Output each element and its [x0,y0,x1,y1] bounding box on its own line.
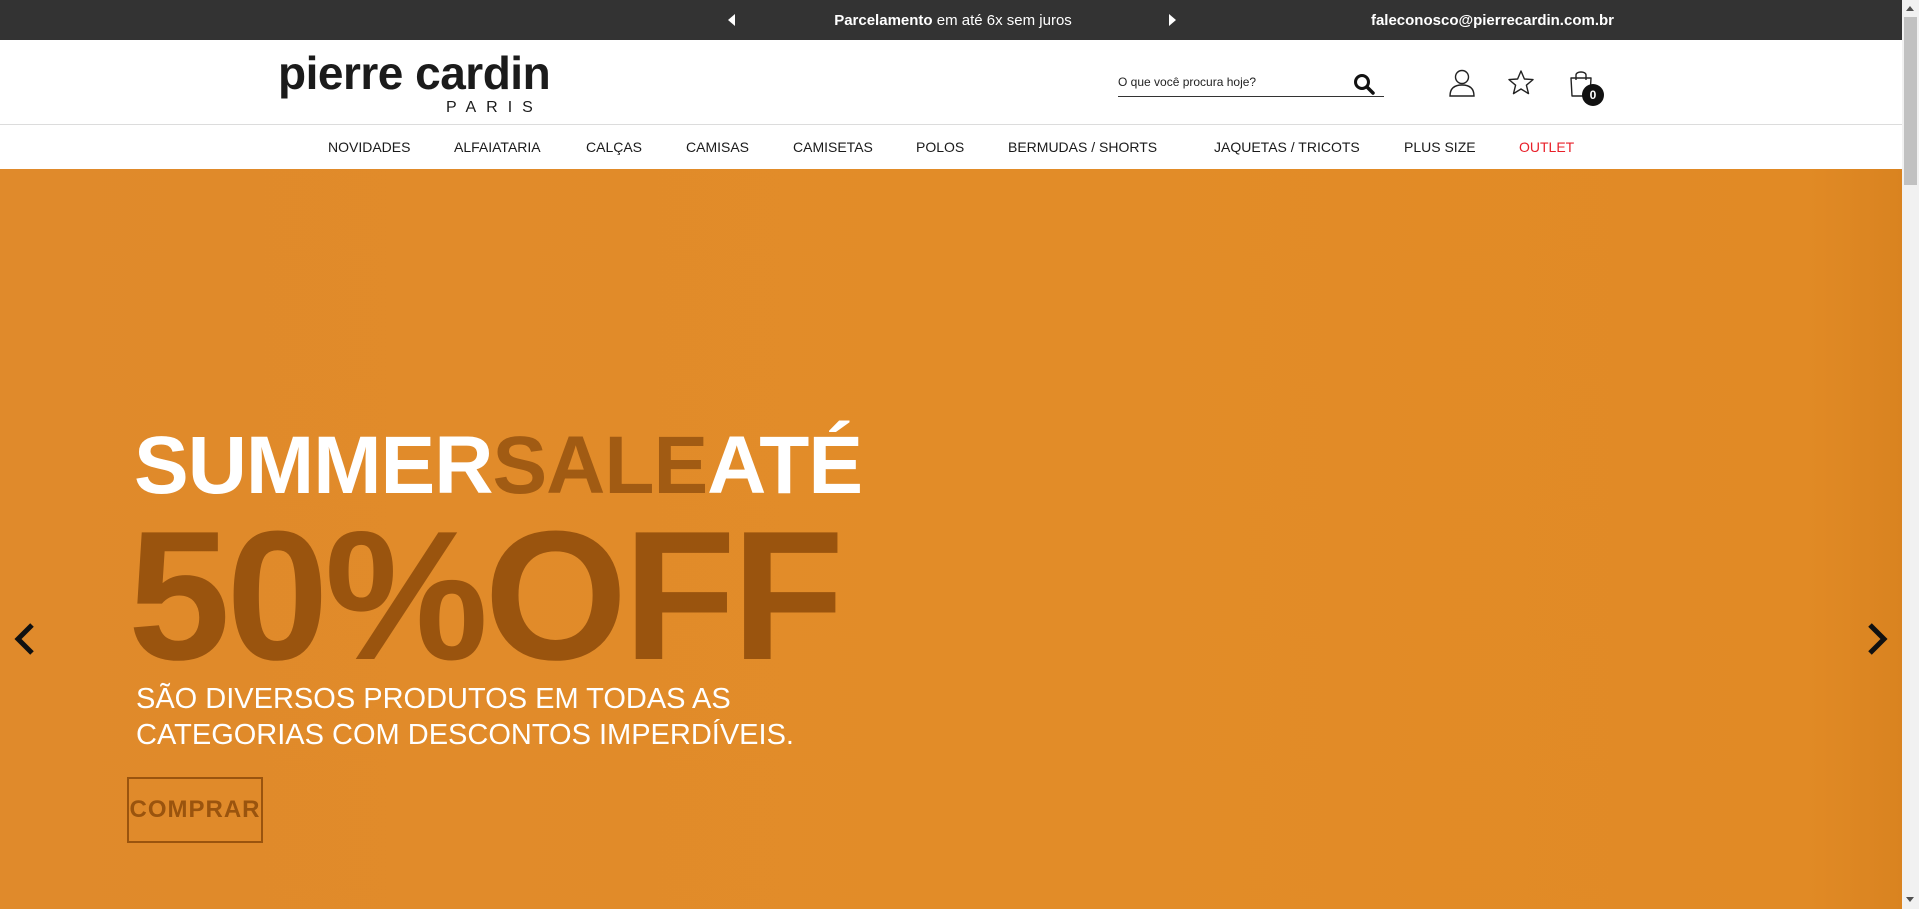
logo-brand-text: pierre cardin [278,47,551,99]
nav-item-plus-size[interactable]: PLUS SIZE [1404,139,1476,155]
main-nav: NOVIDADES ALFAIATARIA CALÇAS CAMISAS CAM… [0,125,1902,169]
scroll-down-icon[interactable] [1906,897,1914,902]
carousel-prev-icon[interactable] [10,619,40,659]
nav-item-novidades[interactable]: NOVIDADES [328,139,410,155]
nav-item-jaquetas-tricots[interactable]: JAQUETAS / TRICOTS [1214,139,1360,155]
site-header: pierre cardin PARIS [0,40,1902,125]
announcement-rest: em até 6x sem juros [932,12,1072,29]
comprar-button[interactable]: COMPRAR [127,777,263,843]
announcement-bold: Parcelamento [834,12,933,29]
search-icon[interactable] [1352,72,1376,96]
announcement-prev-icon[interactable] [728,14,735,26]
star-icon[interactable] [1506,68,1536,98]
nav-item-outlet[interactable]: OUTLET [1519,139,1574,155]
page-scrollbar[interactable] [1902,0,1919,909]
announcement-next-icon[interactable] [1169,14,1176,26]
announcement-text: Parcelamento em até 6x sem juros [760,12,1146,29]
hero-banner[interactable]: SUMMERSALEATÉ 50%OFF SÃO DIVERSOS PRODUT… [0,169,1902,909]
search-box [1118,70,1384,97]
logo-sub-text: PARIS [446,99,543,116]
contact-email-link[interactable]: faleconosco@pierrecardin.com.br [1371,12,1614,29]
nav-item-calcas[interactable]: CALÇAS [586,139,642,155]
search-input[interactable] [1118,73,1338,91]
nav-item-camisas[interactable]: CAMISAS [686,139,749,155]
hero-description: SÃO DIVERSOS PRODUTOS EM TODAS AS CATEGO… [136,681,856,753]
user-icon[interactable] [1447,68,1477,98]
nav-item-bermudas-shorts[interactable]: BERMUDAS / SHORTS [1008,139,1157,155]
nav-item-camisetas[interactable]: CAMISETAS [793,139,873,155]
scroll-up-icon[interactable] [1906,6,1914,11]
hero-desc-line-1: SÃO DIVERSOS PRODUTOS EM TODAS AS [136,683,731,715]
hero-discount: 50%OFF [128,492,844,698]
scrollbar-thumb[interactable] [1904,17,1917,185]
top-announcement-bar: Parcelamento em até 6x sem juros falecon… [0,0,1902,40]
hero-desc-line-2: CATEGORIAS COM DESCONTOS IMPERDÍVEIS. [136,719,794,751]
nav-item-polos[interactable]: POLOS [916,139,964,155]
cart-count-badge: 0 [1582,84,1604,106]
carousel-next-icon[interactable] [1862,619,1892,659]
nav-item-alfaiataria[interactable]: ALFAIATARIA [454,139,541,155]
brand-logo[interactable]: pierre cardin PARIS [278,48,551,118]
